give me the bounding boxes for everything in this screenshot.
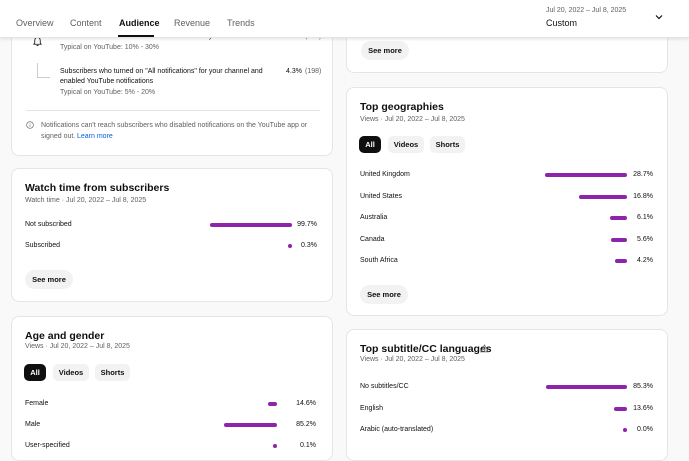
row-value: 13.6% <box>633 404 653 412</box>
row-value: 16.8% <box>633 192 653 200</box>
notif-note-line2: signed out. <box>41 133 76 140</box>
row-label: No subtitles/CC <box>360 383 409 390</box>
see-more-button[interactable]: See more <box>361 41 409 60</box>
row-label: United Kingdom <box>360 171 410 178</box>
tab-revenue[interactable]: Revenue <box>174 18 210 28</box>
notif-note: Notifications can't reach subscribers wh… <box>41 122 308 129</box>
row-label: Arabic (auto-translated) <box>360 426 434 433</box>
row-label: South Africa <box>360 257 398 264</box>
date-range-selection[interactable]: Custom <box>546 18 577 28</box>
row-value: 0.1% <box>300 442 316 449</box>
value-bar <box>267 402 277 406</box>
card-subtitle: Views · Jul 20, 2022 – Jul 8, 2025 <box>360 356 465 363</box>
card-title: Watch time from subscribers <box>25 182 170 194</box>
row-value: 85.2% <box>296 421 316 428</box>
top-geographies-card: Top geographies Views · Jul 20, 2022 – J… <box>346 87 668 316</box>
notif-row2-count: (198) <box>305 68 322 75</box>
row-label: Female <box>25 400 49 407</box>
row-label: United States <box>360 192 403 200</box>
learn-more-link[interactable]: Learn more <box>77 132 113 142</box>
filter-pill-videos[interactable]: Videos <box>388 136 424 153</box>
row-value: 28.7% <box>633 171 653 178</box>
row-label: Male <box>25 421 41 428</box>
row-value: 4.2% <box>637 257 653 264</box>
notif-row1-typical: Typical on YouTube: 10% - 30% <box>60 44 159 51</box>
watch-time-card: Watch time from subscribers Watch time ·… <box>11 168 333 302</box>
row-label: Not subscribed <box>25 221 72 228</box>
filter-pill-all[interactable]: All <box>359 136 381 153</box>
card-subtitle: Views · Jul 20, 2022 – Jul 8, 2025 <box>25 343 130 350</box>
notif-row2-value: 4.3% <box>286 68 302 75</box>
filter-pill-shorts[interactable]: Shorts <box>95 364 130 381</box>
see-more-button[interactable]: See more <box>25 270 73 289</box>
connector-line <box>37 77 50 78</box>
value-bar <box>210 223 292 227</box>
tab-audience[interactable]: Audience <box>119 18 160 28</box>
notif-row2-label: Subscribers who turned on "All notificat… <box>60 68 263 75</box>
subtitle-languages-card: Top subtitle/CC languages Views · Jul 20… <box>346 329 668 461</box>
card-title: Top geographies <box>360 101 444 113</box>
age-gender-card: Age and gender Views · Jul 20, 2022 – Ju… <box>11 316 333 461</box>
date-range-text[interactable]: Jul 20, 2022 – Jul 8, 2025 <box>546 7 626 14</box>
card-title: Top subtitle/CC languages <box>360 343 492 355</box>
value-bar <box>544 173 627 177</box>
notif-row2-label-line2: enabled YouTube notifications <box>60 78 154 85</box>
row-label: English <box>360 404 383 412</box>
row-value: 6.1% <box>637 214 653 221</box>
value-bar <box>224 423 277 427</box>
see-more-button[interactable]: See more <box>360 285 408 304</box>
connector-line <box>37 63 38 77</box>
row-value: 99.7% <box>297 221 317 228</box>
row-label: User-specified <box>25 442 70 449</box>
row-value: 14.6% <box>296 400 316 407</box>
info-icon <box>26 121 34 129</box>
tab-overview[interactable]: Overview <box>16 18 54 28</box>
card-subtitle: Views · Jul 20, 2022 – Jul 8, 2025 <box>360 116 465 123</box>
tab-content[interactable]: Content <box>70 18 102 28</box>
row-label: Australia <box>360 214 388 221</box>
card-divider <box>26 110 320 111</box>
card-subtitle: Watch time · Jul 20, 2022 – Jul 8, 2025 <box>25 197 147 204</box>
tab-trends[interactable]: Trends <box>227 18 255 28</box>
row-value: 85.3% <box>633 383 653 390</box>
warning-icon[interactable] <box>480 344 489 353</box>
filter-pill-all[interactable]: All <box>24 364 46 381</box>
filter-pill-shorts[interactable]: Shorts <box>430 136 465 153</box>
row-value: 0.0% <box>637 426 653 433</box>
card-title: Age and gender <box>25 330 105 342</box>
notif-row2-typical: Typical on YouTube: 5% - 20% <box>60 89 156 96</box>
chevron-down-icon[interactable] <box>654 12 664 22</box>
row-value: 5.6% <box>637 235 653 243</box>
row-label: Subscribed <box>25 242 61 249</box>
top-nav-bar: Overview Content Audience Revenue Trends… <box>0 0 689 38</box>
value-bar <box>273 444 277 448</box>
active-tab-indicator <box>118 35 154 37</box>
filter-pill-videos[interactable]: Videos <box>53 364 89 381</box>
value-bar <box>578 194 627 199</box>
row-label: Canada <box>360 235 385 243</box>
row-value: 0.3% <box>301 242 317 249</box>
value-bar <box>545 385 627 389</box>
